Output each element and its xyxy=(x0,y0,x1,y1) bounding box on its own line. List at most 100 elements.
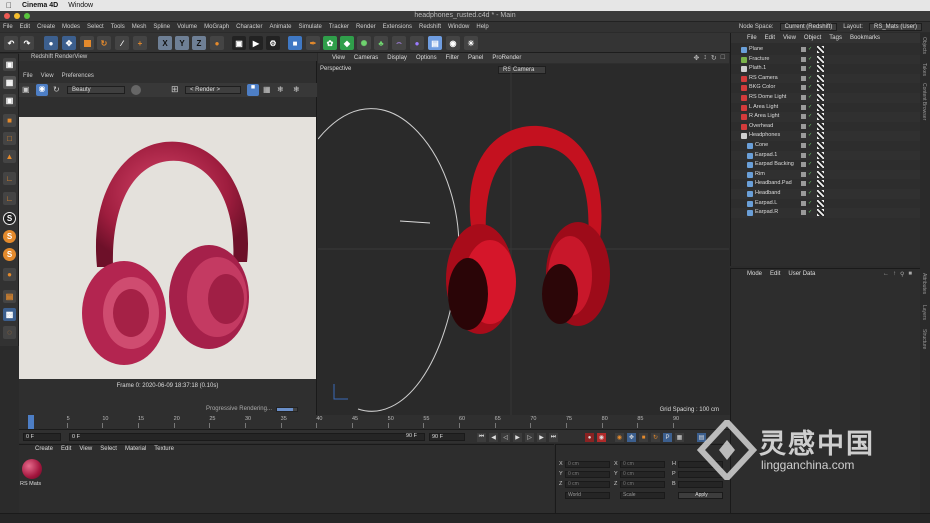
side-tab-content-browser[interactable]: Content Browser xyxy=(921,83,927,120)
mat-menu-material[interactable]: Material xyxy=(125,446,146,452)
object-name[interactable]: Headband.Pad xyxy=(755,180,792,186)
material-tag-icon[interactable] xyxy=(817,180,824,188)
prev-key-icon[interactable]: ◀ xyxy=(489,433,498,442)
subdivision-icon[interactable]: ✿ xyxy=(323,36,337,50)
snap-icon[interactable]: ∟ xyxy=(3,192,16,205)
material-tag-icon[interactable] xyxy=(817,103,824,111)
lock-icon[interactable]: ■ xyxy=(247,84,259,96)
move-icon[interactable]: ✥ xyxy=(62,36,76,50)
menu-tools[interactable]: Tools xyxy=(111,24,125,30)
pos-z-field[interactable]: 0 cm xyxy=(565,481,610,488)
mat-menu-select[interactable]: Select xyxy=(100,446,117,452)
object-name[interactable]: Overhead xyxy=(749,123,773,129)
record-icon[interactable]: ● xyxy=(585,433,594,442)
zoom-icon[interactable]: ↕ xyxy=(703,54,707,62)
layout-select[interactable]: RS_Mats (User) xyxy=(868,23,922,31)
menu-help[interactable]: Help xyxy=(476,24,488,30)
menu-edit[interactable]: Edit xyxy=(20,24,30,30)
s1-button[interactable]: S xyxy=(3,212,16,225)
object-row[interactable]: R Area Light ✓ xyxy=(731,112,921,122)
floor-icon[interactable]: ▤ xyxy=(428,36,442,50)
side-tab-structure[interactable]: Structure xyxy=(921,329,927,349)
object-name[interactable]: Earpad.1 xyxy=(755,152,777,158)
material-tag-icon[interactable] xyxy=(817,94,824,101)
snowflake-alt-icon[interactable]: ❄ xyxy=(293,85,300,94)
menu-mesh[interactable]: Mesh xyxy=(132,24,147,30)
enable-check-icon[interactable]: ✓ xyxy=(808,171,812,177)
pos-y-field[interactable]: 0 cm xyxy=(565,471,610,478)
material-tag-icon[interactable] xyxy=(817,199,824,207)
visibility-toggle[interactable] xyxy=(801,114,806,120)
cube-icon[interactable]: ■ xyxy=(288,36,302,50)
enable-check-icon[interactable]: ✓ xyxy=(808,123,812,129)
field-icon[interactable]: ● xyxy=(410,36,424,50)
visibility-toggle[interactable] xyxy=(801,75,806,81)
menu-spline[interactable]: Spline xyxy=(153,24,170,30)
render-settings-icon[interactable]: ⚙ xyxy=(266,36,280,50)
object-row[interactable]: Rim ✓ xyxy=(731,169,921,180)
next-frame-icon[interactable]: ▷ xyxy=(525,433,534,442)
visibility-toggle[interactable] xyxy=(801,200,806,206)
object-row[interactable]: Earpad.R ✓ xyxy=(731,208,921,218)
visibility-toggle[interactable] xyxy=(801,56,806,62)
object-row[interactable]: BKG Color ✓ xyxy=(731,83,921,93)
undo-icon[interactable]: ↶ xyxy=(4,36,18,50)
menu-redshift[interactable]: Redshift xyxy=(419,24,441,30)
render-start-icon[interactable]: ◉ xyxy=(36,84,48,96)
array-icon[interactable]: ✺ xyxy=(357,36,371,50)
om-menu-file[interactable]: File xyxy=(747,35,757,41)
menu-modes[interactable]: Modes xyxy=(62,24,80,30)
enable-check-icon[interactable]: ✓ xyxy=(808,84,812,90)
viewport-menu-filter[interactable]: Filter xyxy=(446,55,459,61)
object-name[interactable]: RS Camera xyxy=(749,75,778,81)
key-scale-icon[interactable]: ■ xyxy=(639,433,648,442)
material-tag-icon[interactable] xyxy=(817,132,824,140)
enable-check-icon[interactable]: ✓ xyxy=(808,132,812,138)
key-rot-icon[interactable]: ↻ xyxy=(651,433,660,442)
object-row[interactable]: RS Dome Light ✓ xyxy=(731,93,921,103)
size-z-field[interactable]: 0 cm xyxy=(620,481,665,488)
object-name[interactable]: Headband xyxy=(755,190,780,196)
visibility-toggle[interactable] xyxy=(801,95,806,100)
object-row[interactable]: Earpad.1 ✓ xyxy=(731,150,921,161)
search-icon[interactable]: ⚲ xyxy=(900,271,904,278)
viewport-menu-view[interactable]: View xyxy=(332,55,345,61)
s3-button[interactable]: S xyxy=(3,248,16,261)
material-swatch[interactable] xyxy=(22,459,42,479)
object-row[interactable]: Headband.Pad ✓ xyxy=(731,179,921,189)
material-tag-icon[interactable] xyxy=(817,151,824,159)
viewport-menu-options[interactable]: Options xyxy=(416,55,437,61)
om-menu-tags[interactable]: Tags xyxy=(829,35,842,41)
object-row[interactable]: Plath.1 ✓ xyxy=(731,64,921,74)
renderview-menu-preferences[interactable]: Preferences xyxy=(62,73,94,79)
object-name[interactable]: Earpad.R xyxy=(755,209,778,215)
points-mode-icon[interactable]: ■ xyxy=(3,114,16,127)
start-frame-field[interactable]: 0 F xyxy=(23,433,61,441)
renderview-menu-file[interactable]: File xyxy=(23,73,33,79)
material-name[interactable]: RS Mats xyxy=(20,481,41,487)
mat-menu-edit[interactable]: Edit xyxy=(61,446,71,452)
crop-icon[interactable]: ⊞ xyxy=(171,84,179,95)
camera-icon[interactable]: ◉ xyxy=(446,36,460,50)
visibility-toggle[interactable] xyxy=(801,181,806,187)
material-tag-icon[interactable] xyxy=(817,84,824,92)
mat-menu-texture[interactable]: Texture xyxy=(154,446,174,452)
material-tag-icon[interactable] xyxy=(817,46,824,53)
render-region-icon[interactable]: ▣ xyxy=(232,36,246,50)
object-row[interactable]: Headband ✓ xyxy=(731,189,921,199)
side-tab-layers[interactable]: Layers xyxy=(921,305,927,320)
visibility-toggle[interactable] xyxy=(801,123,806,129)
material-tag-icon[interactable] xyxy=(817,190,824,197)
menu-mograph[interactable]: MoGraph xyxy=(204,24,229,30)
enable-check-icon[interactable]: ✓ xyxy=(808,180,812,186)
enable-check-icon[interactable]: ✓ xyxy=(808,161,812,167)
preview-range-bar[interactable]: 0 F xyxy=(69,433,425,441)
cloner-icon[interactable]: ♣ xyxy=(374,36,388,50)
mac-menu-window[interactable]: Window xyxy=(68,2,93,9)
menu-select[interactable]: Select xyxy=(87,24,104,30)
scale-icon[interactable] xyxy=(80,36,94,50)
lock-workplane-icon[interactable]: ▤ xyxy=(3,290,16,303)
coord-system-icon[interactable]: + xyxy=(133,36,147,50)
key-pos-icon[interactable]: ✥ xyxy=(627,433,636,442)
renderview-menu-view[interactable]: View xyxy=(41,73,54,79)
